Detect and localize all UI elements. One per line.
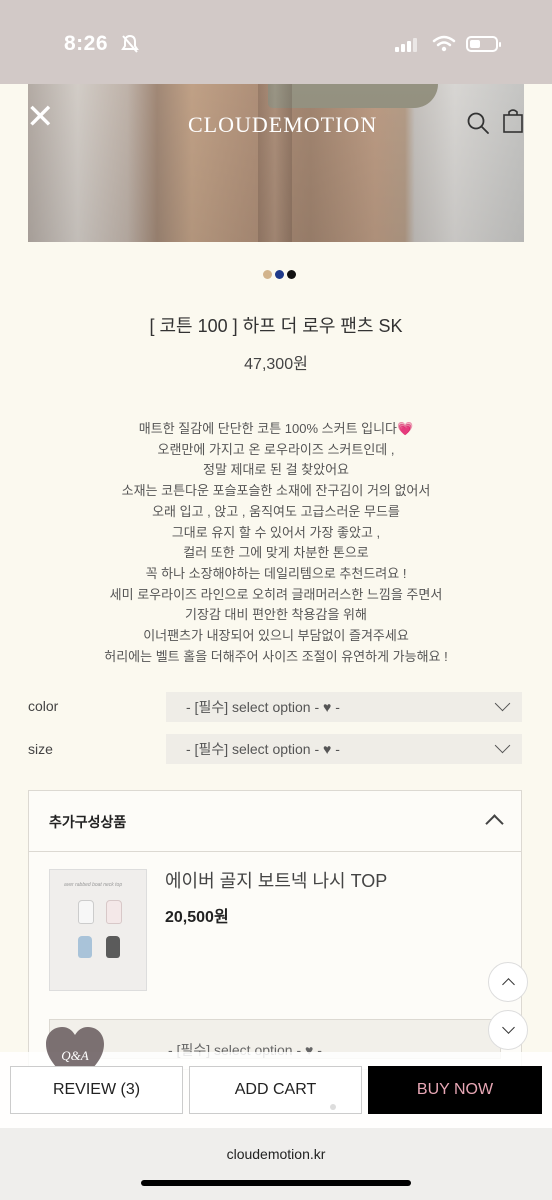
product-hero-image bbox=[28, 84, 524, 242]
description-line: 오랜만에 가지고 온 로우라이즈 스커트인데 , bbox=[157, 441, 395, 457]
brand-logo[interactable]: CLOUDEMOTION bbox=[188, 112, 377, 138]
addon-product-price: 20,500원 bbox=[165, 909, 229, 926]
browser-url-bar[interactable] bbox=[0, 1128, 552, 1200]
product-title: [ 코튼 100 ] 하프 더 로우 팬츠 SK bbox=[149, 316, 403, 336]
chevron-up-icon bbox=[502, 978, 515, 991]
description-line: 정말 제대로 된 걸 찾았어요 bbox=[202, 462, 349, 478]
addon-product-name[interactable]: 에이버 골지 보트넥 나시 TOP bbox=[165, 867, 387, 893]
status-time: 8:26 bbox=[64, 32, 109, 55]
scroll-up-button[interactable] bbox=[488, 962, 528, 1002]
review-button[interactable]: REVIEW (3) bbox=[10, 1066, 183, 1114]
browser-url[interactable]: cloudemotion.kr bbox=[0, 1146, 552, 1162]
description-line: 이너팬츠가 내장되어 있으니 부담없이 즐겨주세요 bbox=[143, 628, 409, 644]
product-price: 47,300원 bbox=[244, 356, 308, 373]
addon-title: 추가구성상품 bbox=[49, 814, 127, 830]
battery-icon bbox=[466, 36, 501, 52]
chevron-down-icon bbox=[494, 695, 511, 712]
home-indicator[interactable] bbox=[141, 1180, 411, 1186]
color-select[interactable]: - [필수] select option - ♥ - bbox=[166, 692, 522, 722]
description-line: 오래 입고 , 앉고 , 움직여도 고급스러운 무드를 bbox=[152, 503, 400, 519]
option-label-size: size bbox=[28, 741, 53, 757]
description-line: 매트한 질감에 단단한 코튼 100% 스커트 입니다💗 bbox=[138, 421, 414, 436]
add-cart-button[interactable]: ADD CART bbox=[189, 1066, 362, 1114]
cellular-signal-icon bbox=[395, 38, 417, 52]
description-line: 기장감 대비 편안한 착용감을 위해 bbox=[185, 607, 367, 623]
addon-header[interactable]: 추가구성상품 bbox=[29, 791, 521, 852]
description-line: 소재는 코튼다운 포슬포슬한 소재에 잔구김이 거의 없어서 bbox=[121, 483, 431, 499]
mute-bell-icon bbox=[121, 34, 139, 53]
qna-label: Q&A bbox=[61, 1048, 89, 1063]
chevron-up-icon[interactable] bbox=[485, 814, 504, 833]
chevron-down-icon bbox=[494, 737, 511, 754]
status-bar: 8:26 bbox=[0, 0, 552, 84]
description-line: 세미 로우라이즈 라인으로 오히려 글래머러스한 느낌을 주면서 bbox=[109, 586, 443, 602]
description-line: 허리에는 벨트 홀을 더해주어 사이즈 조절이 유연하게 가능해요 ! bbox=[104, 648, 448, 664]
wifi-icon bbox=[432, 35, 456, 52]
color-swatch-beige[interactable] bbox=[263, 270, 272, 279]
close-icon[interactable]: ✕ bbox=[26, 100, 55, 134]
color-swatch-navy[interactable] bbox=[275, 270, 284, 279]
addon-product-thumbnail[interactable]: aver rabbed boat neck top bbox=[49, 869, 147, 991]
size-select-value: - [필수] select option - ♥ - bbox=[186, 741, 340, 757]
scroll-down-button[interactable] bbox=[488, 1010, 528, 1050]
color-swatches bbox=[263, 266, 299, 284]
color-swatch-black[interactable] bbox=[287, 270, 296, 279]
description-line: 컬러 또한 그에 맞게 차분한 톤으로 bbox=[183, 545, 369, 561]
buy-now-button[interactable]: BUY NOW bbox=[368, 1066, 542, 1114]
search-icon[interactable] bbox=[466, 111, 490, 135]
color-select-value: - [필수] select option - ♥ - bbox=[186, 699, 340, 715]
option-label-color: color bbox=[28, 698, 59, 714]
description-line: 꼭 하나 소장해야하는 데일리템으로 추천드려요 ! bbox=[145, 565, 407, 581]
product-description: 매트한 질감에 단단한 코튼 100% 스커트 입니다💗 오랜만에 가지고 온 … bbox=[0, 419, 552, 667]
page-indicator-dot bbox=[330, 1104, 336, 1110]
size-select[interactable]: - [필수] select option - ♥ - bbox=[166, 734, 522, 764]
chevron-down-icon bbox=[502, 1021, 515, 1034]
shopping-bag-icon[interactable] bbox=[502, 108, 524, 134]
description-line: 그대로 유지 할 수 있어서 가장 좋았고 , bbox=[171, 524, 381, 540]
